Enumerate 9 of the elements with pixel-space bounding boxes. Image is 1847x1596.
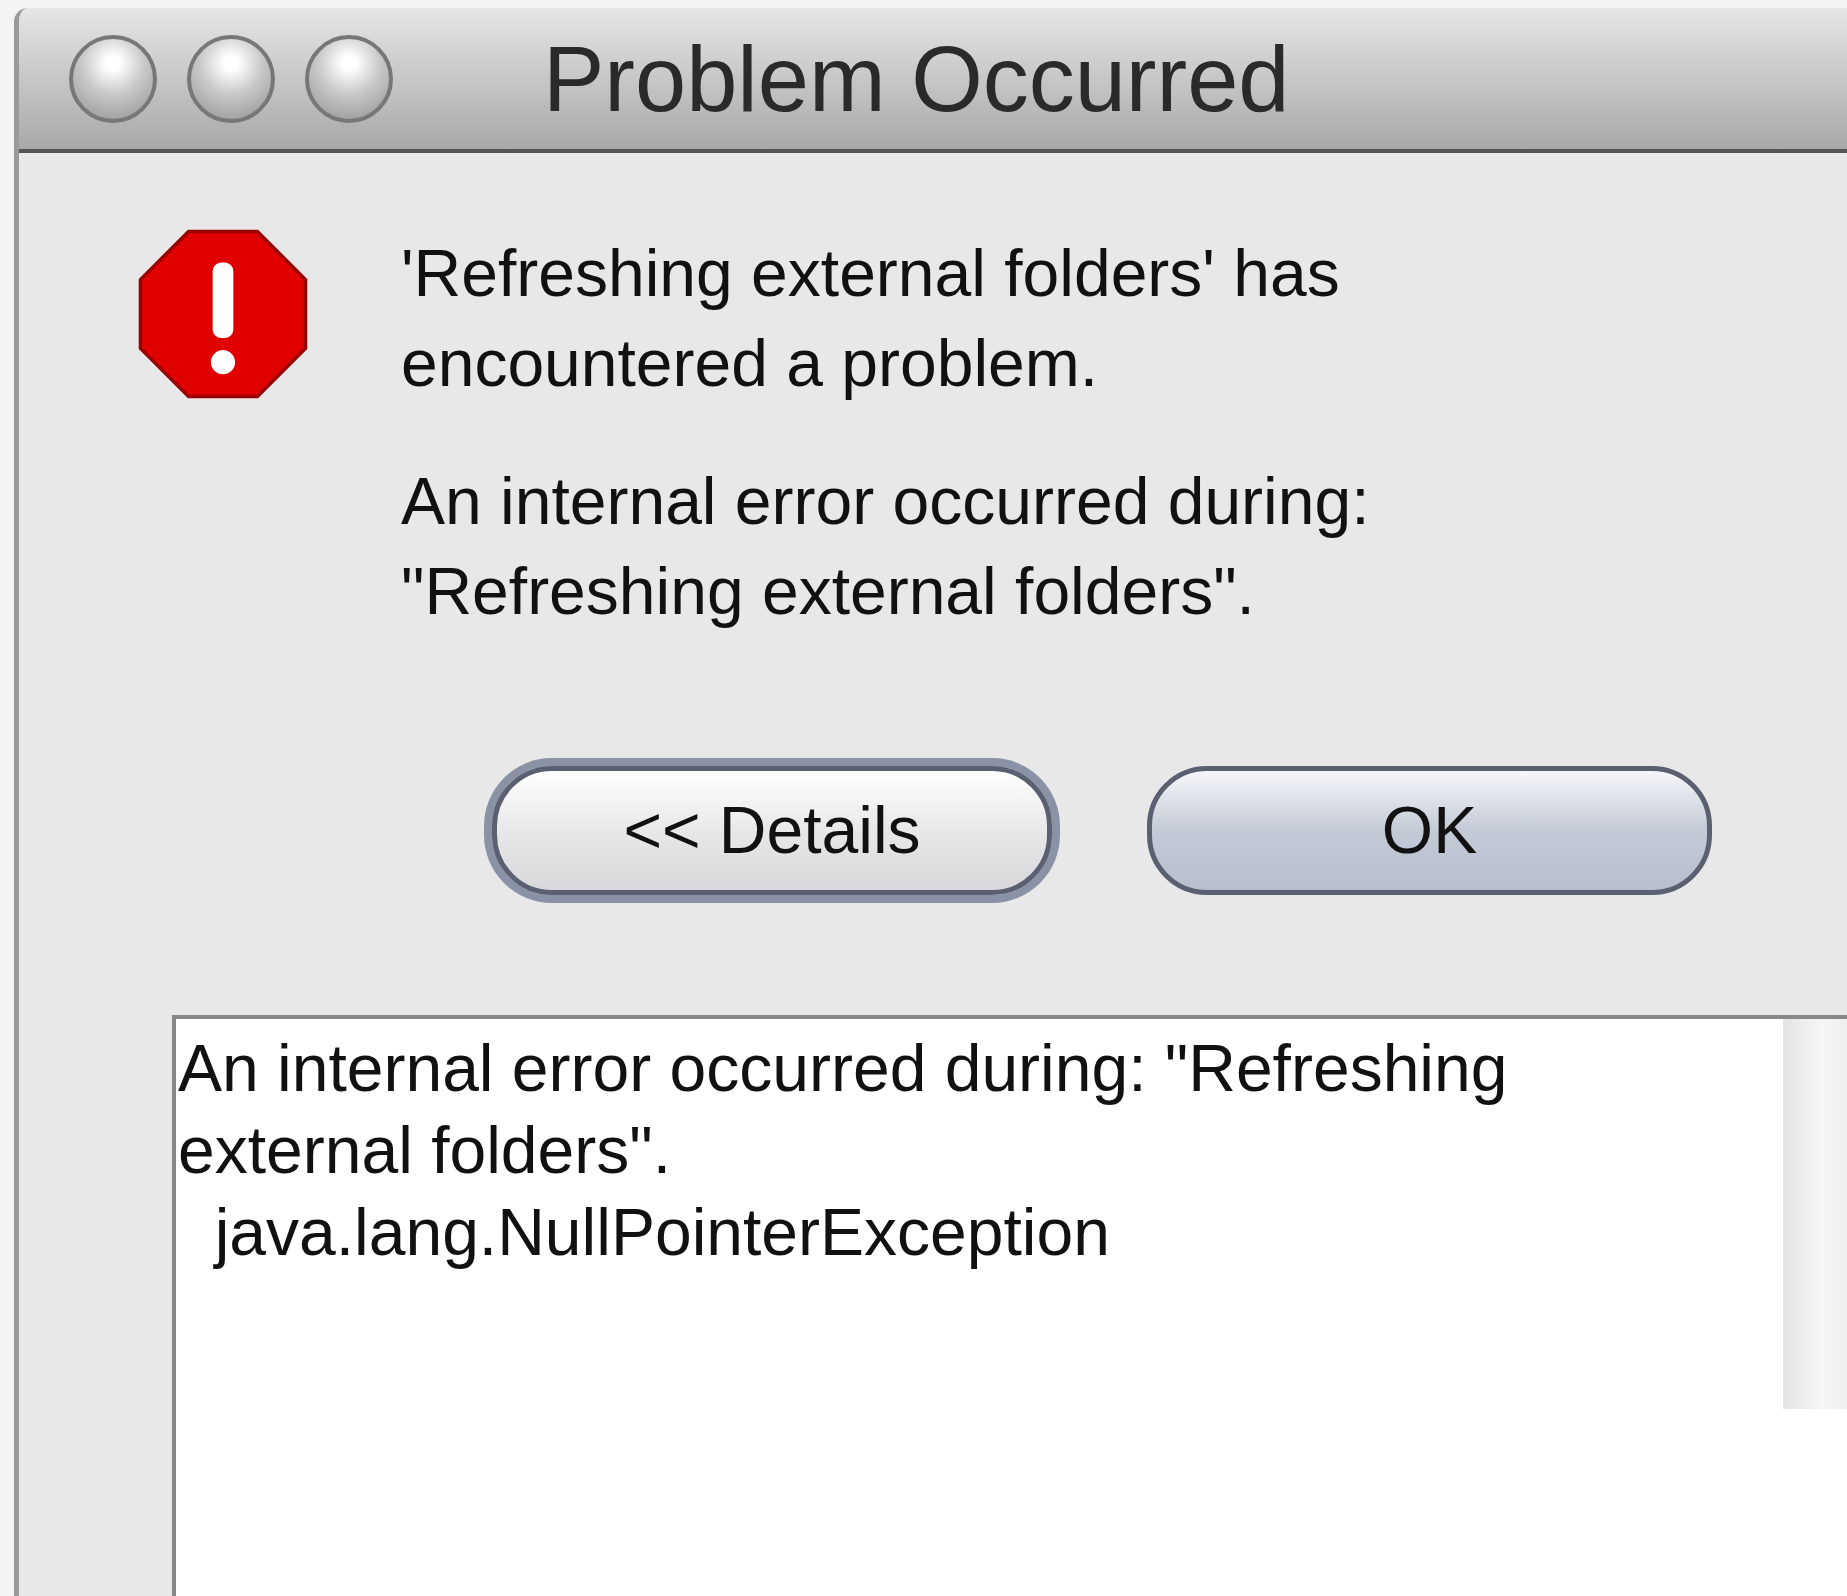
details-line: external folders". xyxy=(178,1112,672,1189)
error-reason: An internal error occurred during: "Refreshing external folders". xyxy=(401,463,1370,630)
error-icon xyxy=(137,228,309,400)
ok-button[interactable]: OK xyxy=(1147,766,1712,895)
details-line: java.lang.NullPointerException xyxy=(212,1194,1111,1271)
details-text-area[interactable]: An internal error occurred during: "Refreshing external folders". java.lang.NullPointerException xyxy=(172,1015,1847,1596)
window-title: Problem Occurred xyxy=(543,26,1290,132)
details-line: An internal error occurred during: "Refreshing xyxy=(178,1030,1509,1107)
error-message: 'Refreshing external folders' has encountered a problem. xyxy=(401,235,1341,402)
